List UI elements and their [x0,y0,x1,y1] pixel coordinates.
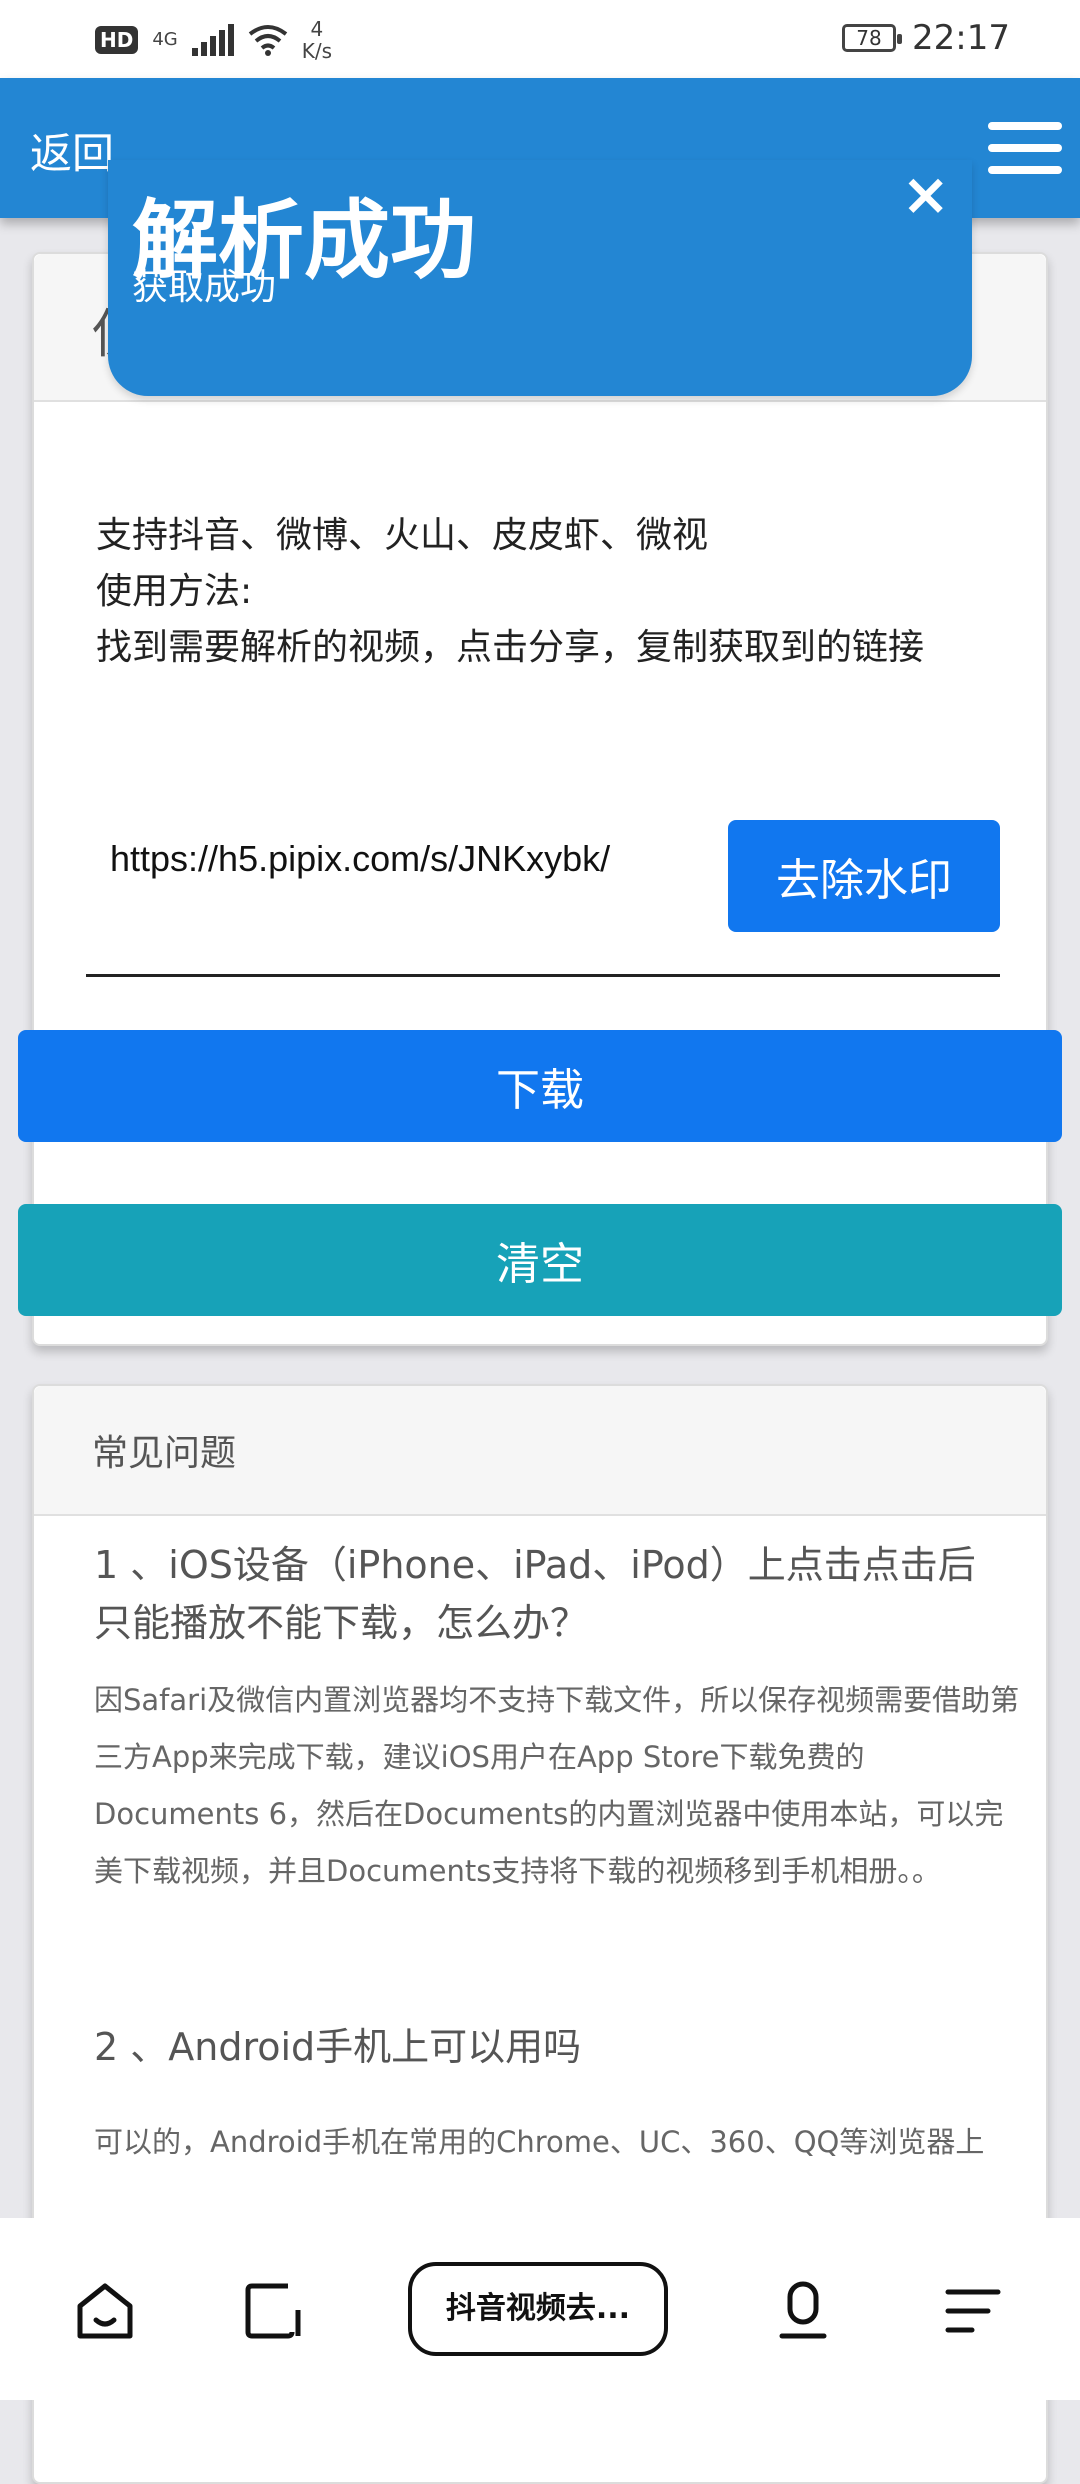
status-right: 78 22:17 [842,18,1010,58]
browser-bottom-bar: 抖音视频去... [0,2218,1080,2400]
toast-message: 获取成功 [132,267,277,308]
clock: 22:17 [912,18,1010,58]
current-tab-pill[interactable]: 抖音视频去... [408,2262,668,2356]
parser-card: 使 支持抖音、微博、火山、皮皮虾、微视 使用方法: 找到需要解析的视频，点击分享… [32,252,1048,1346]
intro-line: 支持抖音、微博、火山、皮皮虾、微视 [96,515,709,556]
microphone-icon[interactable] [772,2280,834,2342]
intro-line: 找到需要解析的视频，点击分享，复制获取到的链接 [96,627,925,668]
intro-line: 使用方法: [96,571,253,612]
input-underline [86,974,1000,977]
close-icon[interactable]: × [901,160,950,228]
wifi-icon [248,25,287,56]
status-bar: HD 4G 4 K/s 78 22:17 [0,0,1080,78]
hamburger-menu-icon[interactable] [988,122,1062,174]
signal-icon [191,24,234,56]
faq-answer: 因Safari及微信内置浏览器均不支持下载文件，所以保存视频需要借助第三方App… [94,1683,1020,1888]
speed-value: 4 [310,17,324,41]
home-icon[interactable] [74,2280,136,2342]
speed-unit: K/s [301,39,333,63]
clear-button[interactable]: 清空 [18,1204,1062,1316]
faq-question: 2 、Android手机上可以用吗 [94,2025,582,2069]
network-type: 4G [152,29,178,50]
back-button[interactable]: 返回 [30,120,114,181]
success-toast: 解析成功 获取成功 × [108,160,972,396]
tabs-icon[interactable] [242,2280,304,2342]
url-input[interactable] [86,814,746,904]
faq-answer: 可以的，Android手机在常用的Chrome、UC、360、QQ等浏览器上 [94,2125,985,2159]
battery-icon: 78 [842,24,903,52]
menu-icon[interactable] [942,2280,1004,2342]
faq-title: 常见问题 [92,1433,237,1474]
network-speed: 4 K/s [302,18,332,62]
faq-card-header: 常见问题 [34,1386,1046,1516]
intro-text: 支持抖音、微博、火山、皮皮虾、微视 使用方法: 找到需要解析的视频，点击分享，复… [96,508,924,676]
hd-badge: HD [95,26,139,54]
faq-question: 1 、iOS设备（iPhone、iPad、iPod）上点击点击后只能播放不能下载… [94,1543,976,1645]
remove-watermark-button[interactable]: 去除水印 [728,820,1000,932]
download-button[interactable]: 下载 [18,1030,1062,1142]
status-left: HD 4G 4 K/s [95,18,332,62]
